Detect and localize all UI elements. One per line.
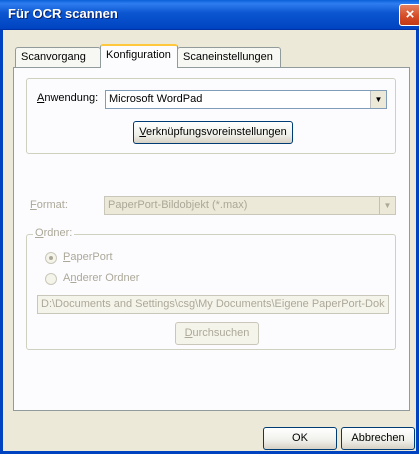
application-selected-value: Microsoft WordPad (109, 93, 203, 105)
radio-paperport[interactable] (45, 252, 57, 264)
format-label: Format: (30, 199, 68, 211)
tab-panel-konfiguration: Anwendung: Microsoft WordPad ▼ Verknüpfu… (13, 67, 410, 411)
radio-paperport-label: PaperPort (63, 251, 113, 263)
application-select[interactable]: Microsoft WordPad ▼ (105, 90, 387, 109)
close-icon: × (405, 6, 415, 23)
tab-label: Scaneinstellungen (183, 51, 273, 63)
radio-other-folder-label: Anderer Ordner (63, 272, 140, 284)
cancel-label: Abbrechen (351, 432, 405, 444)
cancel-button[interactable]: Abbrechen (341, 427, 415, 450)
browse-button[interactable]: Durchsuchen (175, 322, 259, 345)
application-label: Anwendung: (37, 92, 99, 104)
format-select[interactable]: PaperPort-Bildobjekt (*.max) ▼ (104, 196, 396, 215)
tab-label: Scanvorgang (21, 51, 86, 63)
folder-legend: Ordner: (33, 227, 75, 239)
application-group: Anwendung: Microsoft WordPad ▼ Verknüpfu… (26, 78, 396, 154)
chevron-down-icon[interactable]: ▼ (370, 91, 386, 108)
folder-group: Ordner: PaperPort Anderer Ordner D:\Docu… (26, 227, 396, 350)
close-button[interactable]: × (399, 4, 419, 26)
title-bar: Für OCR scannen × (0, 0, 419, 30)
tab-konfiguration[interactable]: Konfiguration (100, 44, 178, 68)
window-title: Für OCR scannen (8, 6, 118, 21)
folder-path-input[interactable]: D:\Documents and Settings\csg\My Documen… (37, 295, 389, 314)
dialog-body: Scanvorgang Konfiguration Scaneinstellun… (0, 30, 419, 454)
link-defaults-button[interactable]: Verknüpfungsvoreinstellungen (133, 121, 293, 144)
chevron-down-icon[interactable]: ▼ (379, 197, 395, 214)
tab-scanvorgang[interactable]: Scanvorgang (15, 47, 101, 67)
format-selected-value: PaperPort-Bildobjekt (*.max) (108, 199, 248, 211)
radio-other-folder[interactable] (45, 273, 57, 285)
tab-label: Konfiguration (106, 49, 171, 61)
folder-path-value: D:\Documents and Settings\csg\My Documen… (41, 298, 385, 310)
tab-scaneinstellungen[interactable]: Scaneinstellungen (177, 47, 281, 67)
ok-button[interactable]: OK (263, 427, 337, 450)
ok-label: OK (292, 432, 308, 444)
